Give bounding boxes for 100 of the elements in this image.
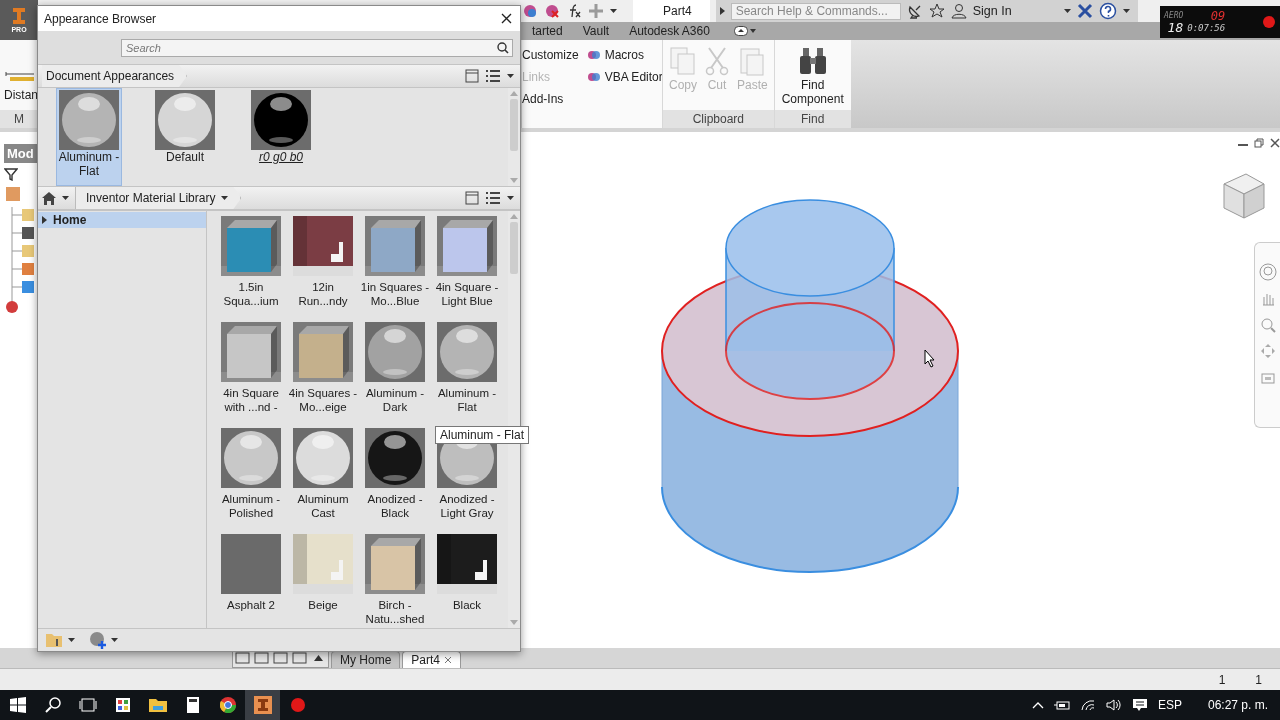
material-item[interactable]: 4in Squares - Mo...eige — [287, 322, 359, 416]
binoculars-icon[interactable] — [797, 46, 828, 76]
ribbon-button[interactable]: Find Component — [780, 44, 845, 106]
ribbon-command[interactable]: Customize — [522, 44, 579, 66]
caret-icon[interactable] — [507, 196, 514, 200]
tile-vertical-icon[interactable] — [290, 649, 309, 667]
appearance-item[interactable]: Aluminum - Flat — [56, 88, 122, 186]
notification-icon[interactable] — [1131, 698, 1148, 712]
search-icon[interactable] — [497, 41, 509, 54]
appearance-label: r0 g0 b0 — [258, 150, 303, 164]
caret-icon[interactable] — [62, 196, 69, 200]
add-material-icon[interactable] — [89, 631, 107, 649]
volume-icon[interactable] — [1105, 699, 1122, 711]
tree-item[interactable]: Home — [38, 212, 206, 228]
window-cascade-icon[interactable] — [233, 649, 252, 667]
appearance-label: Aluminum - Flat — [57, 150, 121, 178]
scroll-thumb[interactable] — [510, 222, 518, 274]
language-indicator[interactable]: ESP — [1157, 698, 1182, 712]
ribbon-tab[interactable]: tarted — [522, 24, 573, 38]
tile-grid-icon[interactable] — [252, 649, 271, 667]
material-item[interactable]: 4in Square with ...nd - — [215, 322, 287, 416]
appearance-icon[interactable] — [522, 3, 538, 19]
steering-wheel-icon[interactable] — [1258, 263, 1277, 281]
appearance-item[interactable]: r0 g0 b0 — [248, 88, 314, 186]
tile-view-icon[interactable] — [465, 69, 479, 83]
star-icon[interactable] — [928, 3, 945, 19]
caret-icon[interactable] — [221, 196, 229, 200]
elapsed-time: 0:07:56 — [1187, 22, 1226, 34]
help-search-field[interactable]: Search Help & Commands... — [730, 2, 901, 20]
ribbon-command[interactable]: Add-Ins — [522, 88, 579, 110]
app-logo-icon[interactable] — [253, 696, 272, 714]
status-value: 1 — [1218, 672, 1226, 687]
home-icon[interactable] — [42, 191, 56, 205]
material-item[interactable]: 1in Squares - Mo...Blue — [359, 216, 431, 310]
ribbon-tab[interactable]: Vault — [572, 24, 620, 38]
material-item[interactable]: Birch - Natu...shed — [359, 534, 431, 628]
sign-in-link[interactable]: Sign In — [972, 4, 1012, 18]
search-icon[interactable] — [44, 697, 61, 713]
library-selector[interactable]: Inventor Material Library — [75, 187, 242, 209]
clock[interactable]: 06:27 p. m. — [1207, 698, 1268, 712]
dropdown-icon[interactable] — [733, 26, 756, 36]
material-item[interactable]: Aluminum - Dark — [359, 322, 431, 416]
material-item[interactable]: Aluminum Cast — [287, 428, 359, 522]
caret-icon[interactable] — [1063, 9, 1071, 13]
tile-horizontal-icon[interactable] — [271, 649, 290, 667]
appearance-item[interactable]: Default — [152, 88, 218, 186]
material-thumbnail — [437, 322, 497, 382]
scrollbar[interactable] — [508, 88, 520, 186]
material-item[interactable]: Beige — [287, 534, 359, 628]
tool-label[interactable]: Distan — [4, 88, 38, 102]
windows-start-icon[interactable] — [9, 697, 26, 713]
satellite-dish-icon[interactable] — [906, 3, 923, 19]
caret-icon[interactable] — [610, 9, 617, 13]
taskbar-app-button[interactable] — [245, 690, 280, 720]
exchange-icon[interactable] — [1076, 3, 1093, 19]
breadcrumb[interactable]: Document Appearances — [42, 65, 188, 87]
material-item[interactable]: Aluminum - Flat — [431, 322, 503, 416]
record-icon[interactable] — [289, 697, 306, 713]
list-view-icon[interactable] — [485, 69, 501, 83]
browser-tab[interactable]: Mod — [4, 144, 38, 163]
task-view-icon[interactable] — [78, 698, 97, 712]
folder-icon[interactable] — [148, 698, 167, 712]
filter-icon[interactable] — [4, 167, 18, 181]
counter-value: 09 — [1210, 10, 1226, 22]
record-icon[interactable] — [1262, 15, 1276, 29]
battery-icon[interactable] — [1053, 700, 1070, 710]
tile-view-icon[interactable] — [465, 191, 479, 205]
help-icon[interactable] — [1098, 2, 1117, 20]
material-thumbnail — [293, 428, 353, 488]
clear-appearance-icon[interactable] — [544, 3, 560, 19]
ribbon-tab[interactable]: Autodesk A360 — [619, 24, 720, 38]
expand-arrow-icon[interactable] — [719, 7, 725, 15]
scroll-thumb[interactable] — [510, 99, 518, 151]
material-item[interactable]: 1.5in Squa...ium — [215, 216, 287, 310]
user-icon[interactable] — [950, 3, 967, 19]
material-item[interactable]: 12in Run...ndy — [287, 216, 359, 310]
material-item[interactable]: Asphalt 2 — [215, 534, 287, 628]
ruler-icon[interactable] — [4, 70, 34, 82]
chevron-up-icon[interactable] — [1031, 701, 1044, 709]
browser-icon[interactable] — [219, 697, 236, 713]
list-view-icon[interactable] — [485, 191, 501, 205]
material-item[interactable]: Black — [431, 534, 503, 628]
expand-arrow-icon[interactable] — [42, 216, 47, 224]
ribbon-command[interactable]: VBA Editor — [586, 66, 663, 88]
wifi-icon[interactable] — [1079, 699, 1096, 711]
close-icon[interactable] — [1270, 138, 1280, 148]
caret-icon[interactable] — [1122, 9, 1130, 13]
caret-icon[interactable] — [68, 638, 75, 642]
library-folder-icon[interactable] — [46, 632, 64, 648]
caret-icon[interactable] — [111, 638, 118, 642]
calculator-icon[interactable] — [186, 697, 199, 713]
material-item[interactable]: Aluminum - Polished — [215, 428, 287, 522]
close-icon[interactable] — [501, 13, 512, 24]
colored-tiles-icon[interactable] — [115, 698, 130, 712]
material-item[interactable]: Anodized - Black — [359, 428, 431, 522]
restore-icon[interactable] — [1254, 138, 1264, 148]
ribbon-command[interactable]: Macros — [586, 44, 663, 66]
search-field[interactable]: Search — [121, 38, 513, 57]
material-item[interactable]: 4in Square - Light Blue — [431, 216, 503, 310]
caret-icon[interactable] — [507, 74, 514, 78]
